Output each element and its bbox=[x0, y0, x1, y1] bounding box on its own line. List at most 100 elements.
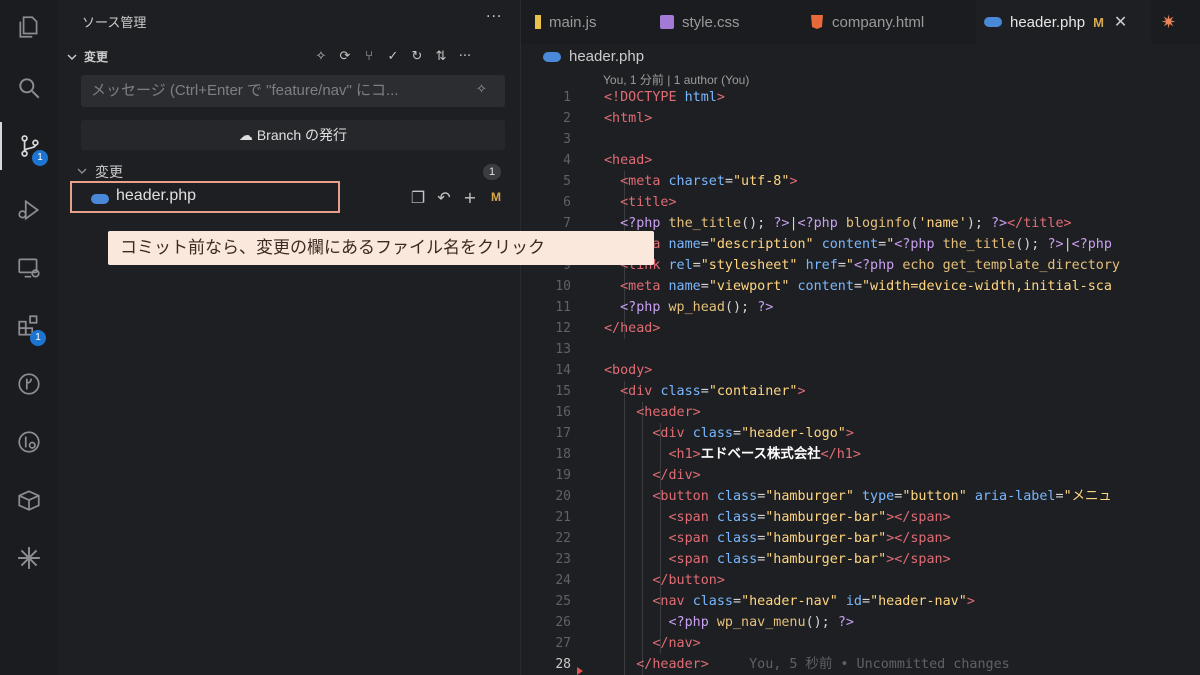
php-file-icon bbox=[543, 52, 561, 62]
code-line: <div class="header-logo"> bbox=[652, 426, 854, 441]
line-number: 18 bbox=[555, 447, 571, 462]
file-status-badge: M bbox=[491, 190, 501, 204]
instruction-callout: コミット前なら、変更の欄にあるファイル名をクリック bbox=[108, 231, 654, 265]
tab-label: style.css bbox=[682, 13, 740, 31]
code-line: <?php the_title(); ?>|<?php bloginfo('na… bbox=[620, 216, 1072, 231]
open-file-icon[interactable]: ❐ bbox=[408, 186, 428, 208]
line-number: 16 bbox=[555, 405, 571, 420]
line-number: 2 bbox=[563, 111, 571, 126]
code-line: <div class="container"> bbox=[620, 384, 806, 399]
remote-explorer-icon[interactable] bbox=[0, 244, 58, 292]
php-file-icon bbox=[984, 17, 1002, 27]
line-number: 10 bbox=[555, 279, 571, 294]
html-file-icon bbox=[810, 15, 824, 29]
section-label: 変更 bbox=[84, 50, 109, 64]
branch-icon[interactable]: ⑂ bbox=[360, 46, 378, 66]
explorer-icon[interactable] bbox=[0, 3, 58, 51]
activity-bar: 1 1 bbox=[0, 0, 59, 675]
git-lens-icon[interactable] bbox=[0, 418, 58, 466]
ai-commit-icon[interactable]: ✧ bbox=[312, 46, 330, 66]
line-number: 6 bbox=[563, 195, 571, 210]
tab-label: company.html bbox=[832, 13, 925, 31]
stage-changes-icon[interactable]: + bbox=[460, 186, 480, 208]
search-icon[interactable] bbox=[0, 64, 58, 112]
line-number: 13 bbox=[555, 342, 571, 357]
source-control-panel: ソース管理 ··· 変更 ✧ ⟳ ⑂ ✓ ↻ ⇅ ··· メッセージ (Ctrl… bbox=[58, 0, 520, 675]
code-line: <meta name="viewport" content="width=dev… bbox=[620, 279, 1112, 294]
changes-count-badge: 1 bbox=[483, 164, 501, 180]
box-icon[interactable] bbox=[0, 476, 58, 524]
inline-blame: You, 5 秒前 • Uncommitted changes bbox=[749, 657, 1010, 672]
line-number: 1 bbox=[563, 90, 571, 105]
code-line: <meta charset="utf-8"> bbox=[620, 174, 798, 189]
line-number: 17 bbox=[555, 426, 571, 441]
code-line: <link rel="stylesheet" href="<?php echo … bbox=[620, 258, 1120, 273]
code-line: </div> bbox=[652, 468, 701, 483]
gutter-change-marker bbox=[577, 667, 583, 675]
tab-modified-badge: M bbox=[1093, 14, 1104, 30]
tab-style-css[interactable]: style.css bbox=[646, 0, 796, 44]
code-line: <meta name="description" content="<?php … bbox=[620, 237, 1112, 252]
line-number: 5 bbox=[563, 174, 571, 189]
publish-branch-label: Branch の発行 bbox=[256, 127, 348, 143]
editor-area: main.js style.css company.html header.ph… bbox=[520, 0, 1200, 675]
line-number: 21 bbox=[555, 510, 571, 525]
line-number: 25 bbox=[555, 594, 571, 609]
tab-main-js[interactable]: main.js bbox=[521, 0, 641, 44]
code-line: </header> You, 5 秒前 • Uncommitted change… bbox=[636, 657, 1010, 672]
changes-group-header[interactable]: 変更 bbox=[76, 160, 506, 182]
source-control-icon[interactable]: 1 bbox=[0, 122, 58, 170]
line-number: 3 bbox=[563, 132, 571, 147]
code-line: <span class="hamburger-bar"></span> bbox=[668, 510, 951, 525]
extensions-icon[interactable]: 1 bbox=[0, 302, 58, 350]
line-number: 27 bbox=[555, 636, 571, 651]
php-file-icon bbox=[91, 194, 109, 204]
code-line: <span class="hamburger-bar"></span> bbox=[668, 531, 951, 546]
line-number: 22 bbox=[555, 531, 571, 546]
code-line: <nav class="header-nav" id="header-nav"> bbox=[652, 594, 975, 609]
code-line: <?php wp_nav_menu(); ?> bbox=[668, 615, 854, 630]
chevron-down-icon bbox=[77, 168, 87, 174]
sparkle-icon[interactable] bbox=[0, 534, 58, 582]
code-line: </head> bbox=[604, 321, 661, 336]
line-number: 20 bbox=[555, 489, 571, 504]
changed-file-row[interactable] bbox=[70, 181, 340, 213]
refresh-icon[interactable]: ↻ bbox=[408, 46, 426, 66]
tab-company-html[interactable]: company.html bbox=[796, 0, 976, 44]
close-tab-icon[interactable]: ✕ bbox=[1114, 12, 1127, 32]
commit-message-input[interactable]: メッセージ (Ctrl+Enter で "feature/nav" にコ... bbox=[81, 75, 505, 107]
code-line: <span class="hamburger-bar"></span> bbox=[668, 552, 951, 567]
tab-header-php[interactable]: header.php M ✕ bbox=[976, 0, 1151, 44]
line-number: 24 bbox=[555, 573, 571, 588]
panel-title: ソース管理 bbox=[82, 16, 147, 31]
code-line: <!DOCTYPE html> bbox=[604, 90, 725, 105]
source-control-badge: 1 bbox=[32, 150, 48, 166]
section-header[interactable]: 変更 ✧ ⟳ ⑂ ✓ ↻ ⇅ ··· bbox=[62, 46, 512, 68]
git-graph-icon[interactable] bbox=[0, 360, 58, 408]
chevron-down-icon bbox=[67, 54, 77, 60]
line-number: 4 bbox=[563, 153, 571, 168]
discard-changes-icon[interactable]: ↶ bbox=[434, 186, 454, 208]
extensions-badge: 1 bbox=[30, 330, 46, 346]
code-line: <h1>エドベース株式会社</h1> bbox=[668, 447, 861, 462]
section-more-icon[interactable]: ··· bbox=[456, 46, 474, 66]
tab-label: header.php bbox=[1010, 13, 1086, 31]
changed-file-name[interactable]: header.php bbox=[116, 187, 196, 205]
generate-message-icon[interactable]: ✧ bbox=[476, 82, 487, 97]
breadcrumb[interactable]: header.php bbox=[569, 48, 644, 65]
tab-overflow[interactable]: ✷ bbox=[1151, 0, 1200, 44]
publish-branch-button[interactable]: ☁ Branch の発行 bbox=[81, 120, 505, 150]
line-number: 19 bbox=[555, 468, 571, 483]
cloud-upload-icon: ☁ bbox=[238, 127, 257, 143]
line-number: 12 bbox=[555, 321, 571, 336]
blame-codelens[interactable]: You, 1 分前 | 1 author (You) bbox=[603, 71, 749, 88]
stash-icon[interactable]: ⟳ bbox=[336, 46, 354, 66]
code-line: <title> bbox=[620, 195, 677, 210]
code-line: <?php wp_head(); ?> bbox=[620, 300, 774, 315]
run-debug-icon[interactable] bbox=[0, 186, 58, 234]
commit-check-icon[interactable]: ✓ bbox=[384, 46, 402, 66]
code-line: <head> bbox=[604, 153, 653, 168]
pull-icon[interactable]: ⇅ bbox=[432, 46, 450, 66]
js-file-icon bbox=[535, 15, 541, 29]
more-actions-icon[interactable]: ··· bbox=[486, 9, 502, 25]
